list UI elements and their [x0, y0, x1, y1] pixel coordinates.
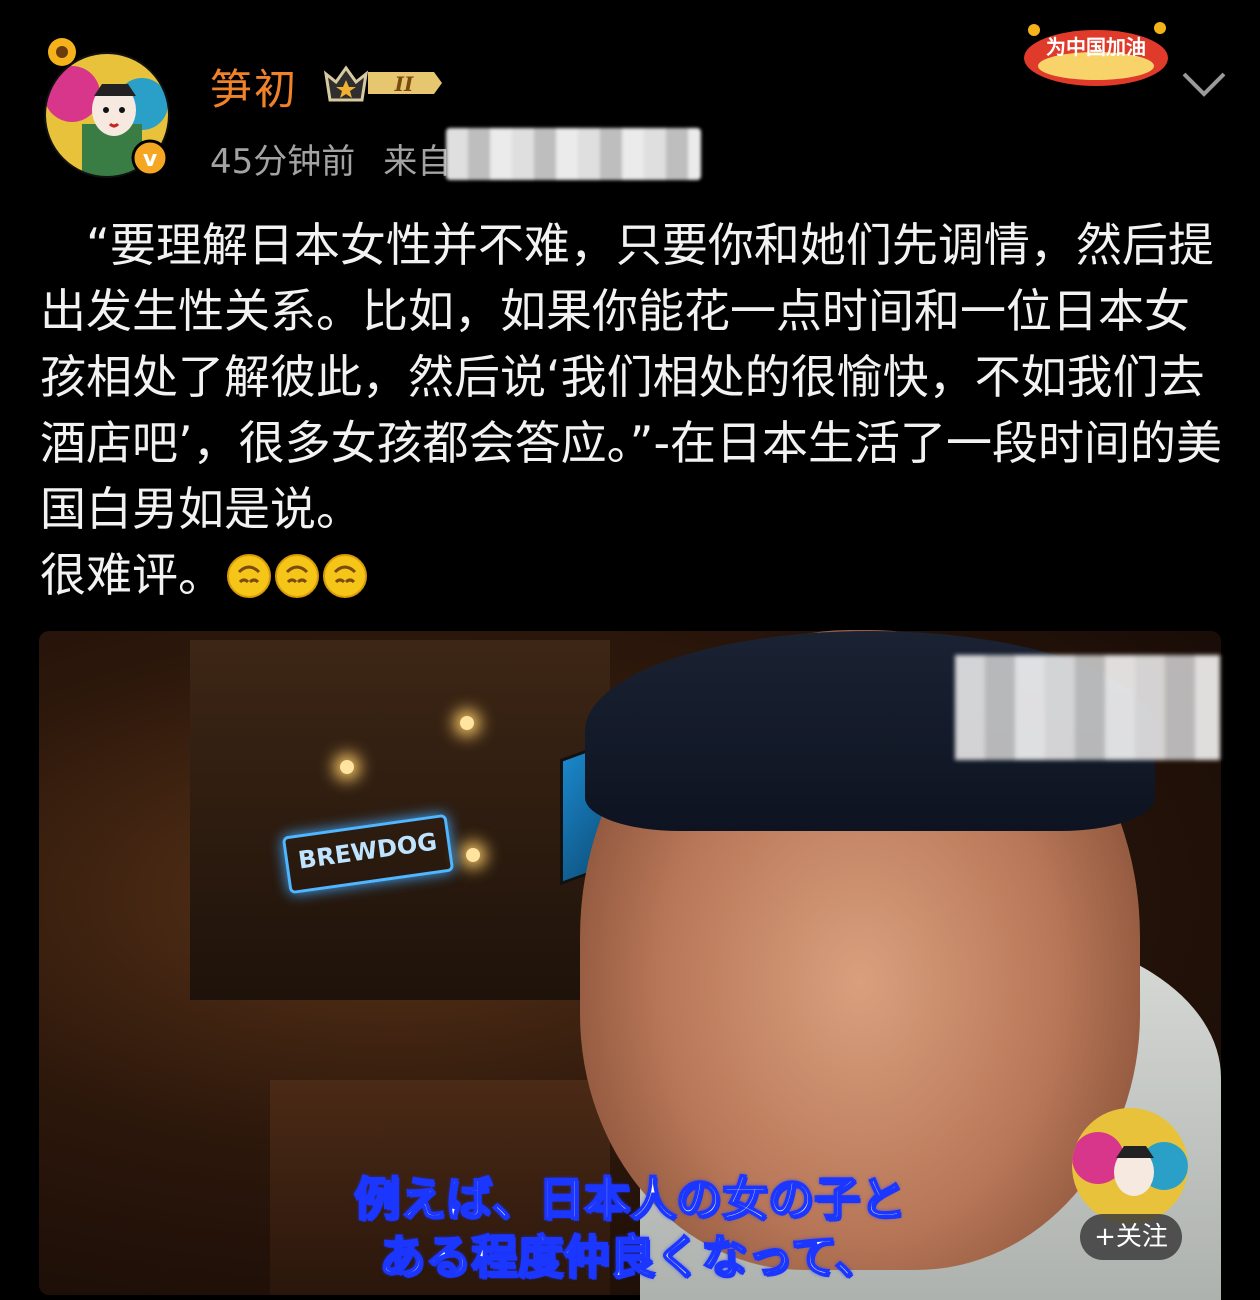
post-comment-line: 很难评。	[40, 542, 1225, 608]
follow-button[interactable]: +关注	[1080, 1214, 1182, 1260]
username[interactable]: 笋初	[210, 56, 298, 117]
svg-text:v: v	[143, 147, 158, 172]
chevron-down-icon[interactable]	[1180, 66, 1228, 102]
upside-down-face-emoji-icon	[227, 554, 271, 598]
post-content: “要理解日本女性并不难，只要你和她们先调情，然后提出发生性关系。比如，如果你能花…	[40, 212, 1225, 608]
sunflower-icon	[48, 38, 76, 66]
video-redaction	[955, 655, 1220, 760]
watermark-avatar[interactable]	[1072, 1108, 1188, 1224]
rank-level: II	[394, 72, 414, 96]
cheer-badge-icon[interactable]: 为中国加油	[1020, 16, 1172, 88]
post-comment: 很难评。	[40, 548, 224, 602]
video-subtitle: 例えば、日本人の女の子と ある程度仲良くなって、	[210, 1170, 1050, 1286]
post-meta: 45分钟前 来自	[210, 134, 451, 183]
verified-icon: v	[131, 139, 169, 177]
source-redaction	[446, 128, 701, 180]
subtitle-line-1: 例えば、日本人の女の子と	[353, 1171, 907, 1227]
post-source: 来自	[383, 142, 452, 182]
post-time: 45分钟前	[210, 142, 356, 182]
upside-down-face-emoji-icon	[323, 554, 367, 598]
post-quote: “要理解日本女性并不难，只要你和她们先调情，然后提出发生性关系。比如，如果你能花…	[40, 218, 1223, 536]
ceiling-light	[466, 848, 480, 862]
ceiling-light	[340, 760, 354, 774]
ceiling-light	[460, 716, 474, 730]
user-avatar[interactable]: v	[42, 34, 172, 180]
rank-badge-icon: II	[323, 65, 442, 102]
cheer-badge-text: 为中国加油	[1046, 35, 1146, 59]
subtitle-line-2: ある程度仲良くなって、	[378, 1229, 881, 1285]
upside-down-face-emoji-icon	[275, 554, 319, 598]
